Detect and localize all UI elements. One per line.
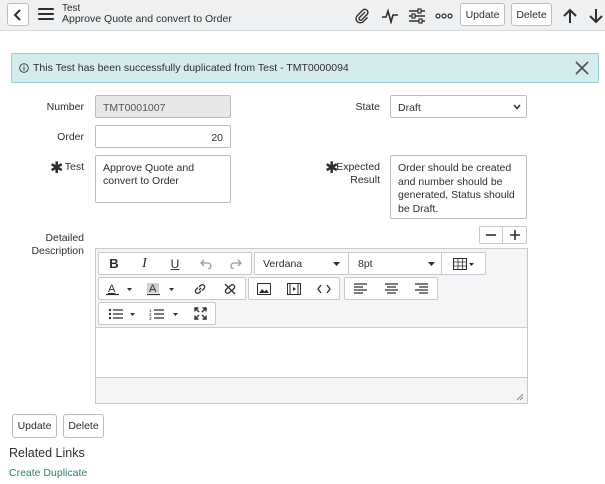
more-options-icon[interactable] xyxy=(434,6,454,26)
chevron-down-icon xyxy=(513,104,521,110)
link-icon[interactable] xyxy=(185,278,215,299)
expected-label-line2: Result xyxy=(350,174,380,186)
header-update-button[interactable]: Update xyxy=(460,3,505,26)
expected-label-line1: Expected xyxy=(336,161,380,173)
plus-icon[interactable] xyxy=(503,227,526,243)
detailed-description-label: Detailed Description xyxy=(20,232,84,258)
image-icon[interactable] xyxy=(249,278,279,299)
font-size-select[interactable]: 8pt xyxy=(350,253,442,274)
editor-statusbar xyxy=(96,377,527,403)
redo-icon[interactable] xyxy=(221,259,251,269)
header-delete-button[interactable]: Delete xyxy=(511,3,552,26)
video-icon[interactable] xyxy=(279,278,310,299)
related-links-heading: Related Links xyxy=(9,446,85,460)
underline-icon[interactable]: U xyxy=(160,257,190,271)
chevron-left-icon xyxy=(13,8,21,21)
insert-group xyxy=(248,277,340,300)
state-label: State xyxy=(355,101,380,113)
font-size-value: 8pt xyxy=(358,258,373,270)
fullscreen-icon[interactable] xyxy=(185,303,215,324)
info-icon xyxy=(19,63,29,76)
arrow-up-icon[interactable] xyxy=(560,6,580,26)
align-left-icon[interactable] xyxy=(345,278,376,299)
editor-content-area[interactable] xyxy=(96,329,527,377)
test-field[interactable]: Approve Quote and convert to Order xyxy=(95,155,231,203)
list-group: 123 xyxy=(98,302,216,325)
resize-handle-icon[interactable] xyxy=(516,392,524,404)
color-link-group: A A xyxy=(98,277,246,300)
desc-label-line2: Description xyxy=(31,245,84,257)
activity-icon[interactable] xyxy=(380,6,400,26)
minus-icon[interactable] xyxy=(480,227,504,243)
record-title: Approve Quote and convert to Order xyxy=(62,13,232,25)
bold-icon[interactable]: B xyxy=(99,256,129,271)
editor-size-controls xyxy=(479,226,527,244)
create-duplicate-link[interactable]: Create Duplicate xyxy=(9,467,87,479)
arrow-down-icon[interactable] xyxy=(586,6,605,26)
caret-down-icon xyxy=(428,262,435,266)
delete-button[interactable]: Delete xyxy=(63,414,104,438)
unlink-icon[interactable] xyxy=(215,278,245,299)
align-group xyxy=(344,277,438,300)
state-select[interactable]: Draft xyxy=(390,95,527,118)
expected-result-label: Expected Result xyxy=(320,161,380,187)
alert-message: This Test has been successfully duplicat… xyxy=(33,62,349,74)
svg-text:A: A xyxy=(108,283,116,295)
align-right-icon[interactable] xyxy=(406,278,437,299)
table-icon[interactable] xyxy=(443,253,485,274)
background-color-icon[interactable]: A xyxy=(139,278,183,299)
font-selectors: Verdana 8pt xyxy=(254,252,486,275)
svg-text:A: A xyxy=(149,283,157,295)
italic-icon[interactable]: I xyxy=(129,256,160,272)
order-label: Order xyxy=(57,131,84,143)
format-group: B I U xyxy=(98,252,252,275)
menu-icon[interactable] xyxy=(38,8,54,22)
state-value: Draft xyxy=(398,102,421,114)
bullet-list-icon[interactable] xyxy=(99,303,141,324)
rich-text-editor: B I U Verdana 8pt A A 1 2 3 xyxy=(95,248,528,404)
back-button[interactable] xyxy=(7,3,29,26)
order-field[interactable]: 20 xyxy=(95,125,231,148)
svg-text:3: 3 xyxy=(149,316,152,320)
update-button[interactable]: Update xyxy=(12,414,57,438)
settings-sliders-icon[interactable] xyxy=(407,6,427,26)
code-icon[interactable] xyxy=(309,278,339,299)
font-family-select[interactable]: Verdana xyxy=(255,253,349,274)
desc-label-line1: Detailed xyxy=(45,232,84,244)
numbered-list-icon[interactable]: 123 xyxy=(141,303,185,324)
test-label: Test xyxy=(64,161,84,173)
text-color-icon[interactable]: A xyxy=(99,278,139,299)
number-label: Number xyxy=(46,101,84,113)
font-family-value: Verdana xyxy=(263,258,303,270)
caret-down-icon xyxy=(333,262,340,266)
close-icon[interactable] xyxy=(573,59,591,77)
align-center-icon[interactable] xyxy=(376,278,407,299)
number-field: TMT0001007 xyxy=(95,95,231,118)
undo-icon[interactable] xyxy=(190,259,221,269)
expected-result-field[interactable]: Order should be created and number shoul… xyxy=(390,155,527,219)
paperclip-icon[interactable] xyxy=(352,6,372,26)
